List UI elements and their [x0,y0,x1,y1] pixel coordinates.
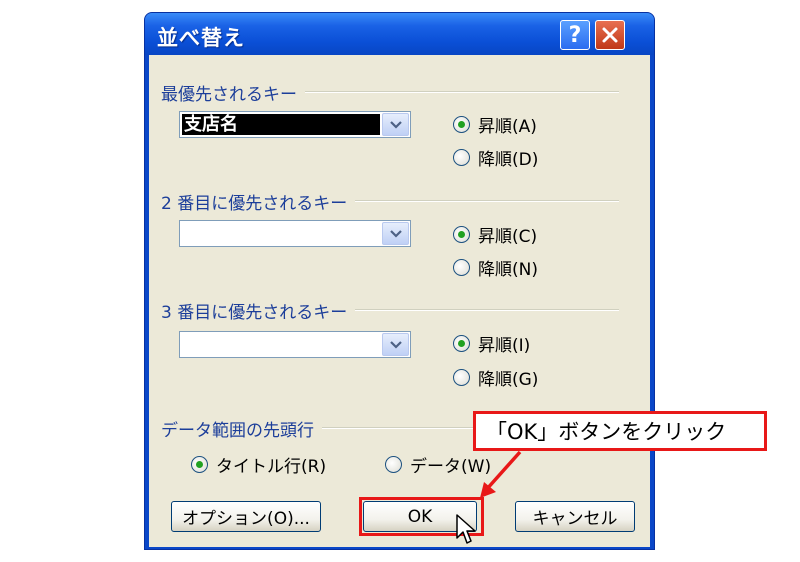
key1-label: 最優先されるキー [161,80,305,105]
key1-value: 支店名 [182,114,380,135]
radio-selected-icon [191,456,208,473]
title-row-label: タイトル行(R) [216,457,327,477]
sort-dialog: 並べ替え ? 最優先されるキー 支店名 昇順(A) 降順(D) 2 番目に優先さ… [144,12,655,550]
radio-selected-icon [453,116,470,133]
key2-desc-radio[interactable]: 降順(N) [453,255,538,280]
key1-desc-radio[interactable]: 降順(D) [453,145,538,170]
key2-combo[interactable] [179,220,411,247]
options-button[interactable]: オプション(O)... [171,501,321,532]
radio-unselected-icon [453,149,470,166]
key3-asc-label: 昇順(I) [478,336,531,356]
radio-selected-icon [453,335,470,352]
mouse-cursor-icon [456,514,476,544]
key3-desc-radio[interactable]: 降順(G) [453,365,538,390]
title-row-radio[interactable]: タイトル行(R) [191,452,326,477]
help-icon: ? [568,22,582,48]
key3-value [182,334,380,355]
cancel-button[interactable]: キャンセル [515,501,635,532]
help-button[interactable]: ? [560,20,590,50]
close-icon [602,27,618,43]
annotation-callout: 「OK」ボタンをクリック [473,411,767,451]
key1-dropdown-button[interactable] [382,113,409,136]
key1-asc-radio[interactable]: 昇順(A) [453,112,537,137]
chevron-down-icon [389,120,402,129]
key2-desc-label: 降順(N) [478,260,538,280]
radio-unselected-icon [453,259,470,276]
chevron-down-icon [389,340,402,349]
dialog-body: 最優先されるキー 支店名 昇順(A) 降順(D) 2 番目に優先されるキー 昇順… [149,55,650,547]
title-bar: 並べ替え ? [145,13,654,55]
key3-combo[interactable] [179,331,411,358]
key1-asc-label: 昇順(A) [478,117,537,137]
key3-desc-label: 降順(G) [478,370,539,390]
radio-unselected-icon [453,369,470,386]
radio-selected-icon [453,226,470,243]
close-button[interactable] [595,20,625,50]
radio-unselected-icon [385,456,402,473]
key2-asc-radio[interactable]: 昇順(C) [453,222,537,247]
key1-combo[interactable]: 支店名 [179,111,411,138]
key2-dropdown-button[interactable] [382,222,409,245]
key3-label: 3 番目に優先されるキー [161,298,356,323]
key1-desc-label: 降順(D) [478,150,539,170]
chevron-down-icon [389,229,402,238]
key3-asc-radio[interactable]: 昇順(I) [453,331,530,356]
annotation-arrow-icon [480,450,522,498]
key2-label: 2 番目に優先されるキー [161,189,356,214]
dialog-title: 並べ替え [157,26,245,50]
key2-value [182,223,380,244]
key3-dropdown-button[interactable] [382,333,409,356]
key2-asc-label: 昇順(C) [478,227,538,247]
header-row-label: データ範囲の先頭行 [161,416,322,441]
